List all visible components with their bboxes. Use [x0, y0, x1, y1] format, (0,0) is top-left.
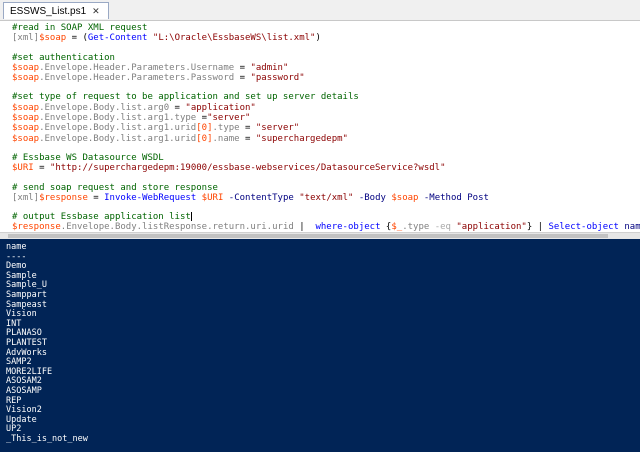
console-line: PLANTEST — [6, 337, 47, 348]
code-line: [xml]$soap = (Get-Content "L:\Oracle\Ess… — [12, 33, 321, 44]
code-line: $soap.Envelope.Body.list.arg1.type ="ser… — [12, 113, 251, 124]
code-line: $response.Envelope.Body.listResponse.ret… — [12, 222, 640, 231]
console-line: Update — [6, 414, 37, 425]
code-line: #set authentication — [12, 52, 115, 63]
code-line: # Essbase WS Datasource WSDL — [12, 152, 164, 163]
console-line: PLANASO — [6, 328, 42, 339]
horizontal-scrollbar[interactable] — [0, 232, 640, 239]
console-line: ASOSAM2 — [6, 376, 42, 387]
code-line: $soap.Envelope.Body.list.arg0 = "applica… — [12, 102, 256, 113]
console-line: Vision2 — [6, 405, 42, 416]
console-line: MORE2LIFE — [6, 366, 53, 377]
console-line: Vision — [6, 309, 37, 320]
scrollbar-thumb[interactable] — [8, 234, 608, 238]
console-line: Sampeast — [6, 299, 47, 310]
console-line: AdvWorks — [6, 347, 47, 358]
console-line: Sample — [6, 270, 37, 281]
text-caret — [190, 212, 192, 222]
code-line: $soap.Envelope.Body.list.arg1.urid[0].na… — [12, 133, 348, 144]
script-tab[interactable]: ESSWS_List.ps1 ✕ — [3, 2, 109, 19]
code-line: $URI = "http://superchargedepm:19000/ess… — [12, 163, 446, 174]
console-line: REP — [6, 395, 22, 406]
console-line: ASOSAMP — [6, 385, 42, 396]
code-line: $soap.Envelope.Header.Parameters.Passwor… — [12, 73, 305, 84]
close-icon[interactable]: ✕ — [92, 6, 100, 17]
code-line: $soap.Envelope.Header.Parameters.Usernam… — [12, 62, 289, 73]
code-line: #set type of request to be application a… — [12, 92, 359, 103]
code-line: [xml]$response = Invoke-WebRequest $URI … — [12, 192, 489, 203]
script-editor[interactable]: #read in SOAP XML request [xml]$soap = (… — [0, 21, 640, 231]
console-line: Samppart — [6, 289, 47, 300]
tab-bar: ESSWS_List.ps1 ✕ — [0, 0, 640, 21]
console-line: INT — [6, 318, 22, 329]
console-line: Demo — [6, 261, 27, 272]
console-line: Sample_U — [6, 280, 47, 291]
console-line: SAMP2 — [6, 357, 32, 368]
console-pane[interactable]: name ---- Demo Sample Sample_U Samppart … — [0, 239, 640, 452]
console-line: UP2 — [6, 424, 22, 435]
tab-title: ESSWS_List.ps1 — [10, 5, 87, 17]
console-line: ---- — [6, 251, 27, 262]
code-line: # output Essbase application list — [12, 212, 192, 223]
code-line: $soap.Envelope.Body.list.arg1.urid[0].ty… — [12, 123, 300, 134]
console-line: name — [6, 242, 27, 252]
code-line: # send soap request and store response — [12, 182, 218, 193]
code-line: #read in SOAP XML request — [12, 23, 148, 33]
console-line: _This_is_not_new — [6, 433, 88, 444]
